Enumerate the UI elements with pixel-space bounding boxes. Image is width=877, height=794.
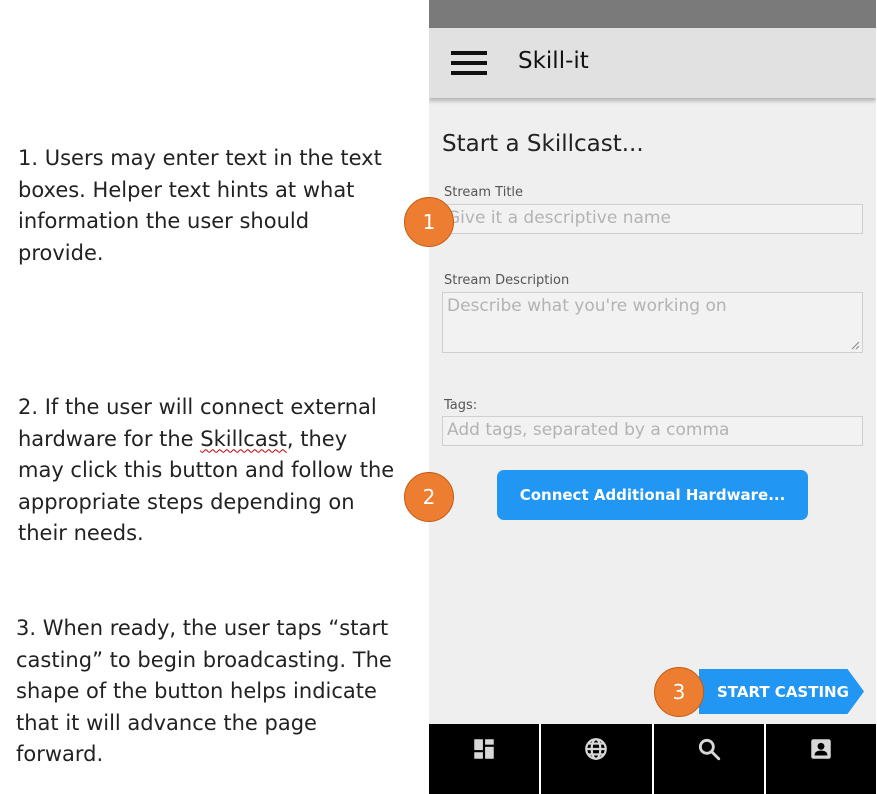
start-casting-button[interactable]: START CASTING xyxy=(699,669,864,714)
app-title: Skill-it xyxy=(518,48,589,74)
stream-description-textarea[interactable]: Describe what you're working on xyxy=(442,292,863,353)
annotation-note-3: 3. When ready, the user taps “start cast… xyxy=(16,616,392,766)
connect-hardware-button[interactable]: Connect Additional Hardware... xyxy=(497,470,808,520)
dashboard-icon xyxy=(474,739,494,759)
stream-description-label: Stream Description xyxy=(444,273,570,288)
stream-title-input[interactable]: Give it a descriptive name xyxy=(442,204,863,234)
tags-input[interactable]: Add tags, separated by a comma xyxy=(442,416,863,446)
profile-icon xyxy=(811,739,831,759)
hamburger-menu-icon[interactable] xyxy=(451,51,487,75)
nav-item-dashboard[interactable] xyxy=(429,724,542,794)
annotation-note-1: 1. Users may enter text in the text boxe… xyxy=(18,146,382,265)
annotation-note-2: 2. If the user will connect external har… xyxy=(18,392,398,550)
page-title: Start a Skillcast... xyxy=(442,131,644,157)
callout-badge-3: 3 xyxy=(654,667,704,717)
stream-description-placeholder: Describe what you're working on xyxy=(447,296,727,316)
nav-item-profile[interactable] xyxy=(766,724,876,794)
stream-title-label: Stream Title xyxy=(444,185,524,200)
annotation-note-2-spellcheck-word: Skillcast xyxy=(200,426,287,451)
bottom-nav xyxy=(429,724,876,794)
search-icon xyxy=(698,738,720,761)
tags-label: Tags: xyxy=(444,398,478,413)
status-bar xyxy=(429,0,876,28)
nav-item-search[interactable] xyxy=(654,724,766,794)
nav-item-globe[interactable] xyxy=(541,724,654,794)
globe-icon xyxy=(585,738,608,760)
resize-grip-icon[interactable] xyxy=(851,341,860,350)
app-bar: Skill-it xyxy=(429,28,876,98)
phone-screen: Skill-it Start a Skillcast... Stream Tit… xyxy=(429,0,876,794)
callout-badge-1: 1 xyxy=(404,197,454,247)
callout-badge-2: 2 xyxy=(404,472,454,522)
